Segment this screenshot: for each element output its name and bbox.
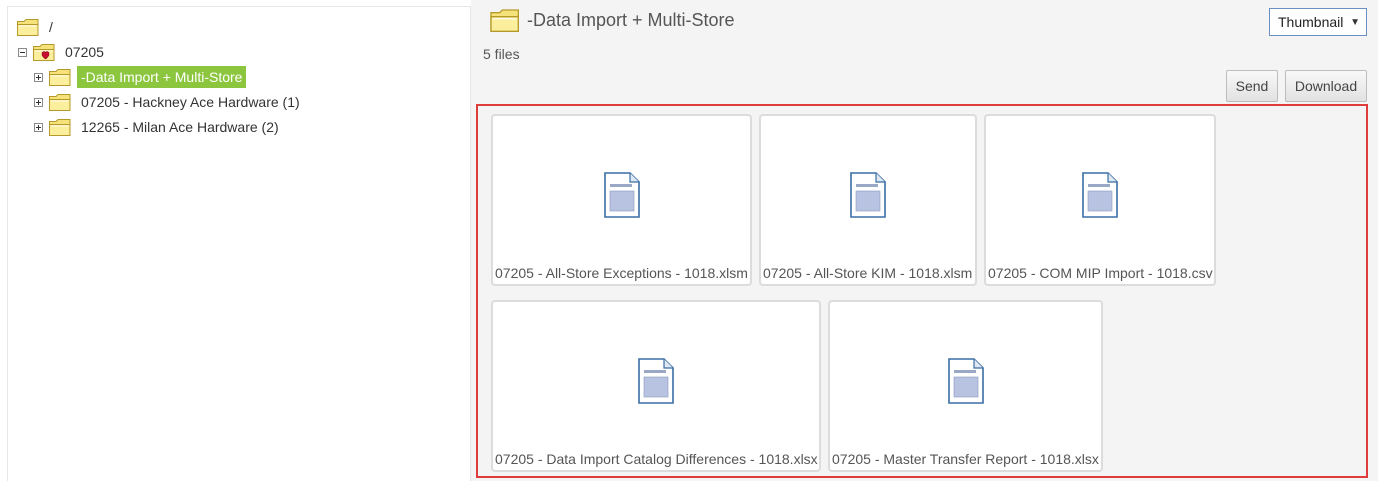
- expand-icon[interactable]: [34, 97, 43, 107]
- tree-node-store[interactable]: 07205: [18, 40, 108, 64]
- folder-icon: [489, 6, 521, 34]
- file-card[interactable]: 07205 - All-Store KIM - 1018.xlsm: [759, 114, 977, 286]
- tree-node-data-import-label[interactable]: -Data Import + Multi-Store: [77, 66, 247, 88]
- dropdown-caret-icon: ▼: [1350, 17, 1360, 28]
- tree-node-milan[interactable]: 12265 - Milan Ace Hardware (2): [34, 115, 283, 139]
- tree-node-store-label[interactable]: 07205: [61, 41, 108, 63]
- file-card[interactable]: 07205 - Master Transfer Report - 1018.xl…: [828, 300, 1103, 472]
- file-manager-window: / 07205 -Data Import + Multi-Store 07205…: [0, 0, 1378, 481]
- view-mode-select[interactable]: Thumbnail ▼: [1269, 8, 1367, 36]
- file-card[interactable]: 07205 - Data Import Catalog Differences …: [491, 300, 821, 472]
- folder-content-panel: -Data Import + Multi-Store 5 files Thumb…: [471, 0, 1378, 481]
- document-icon: [604, 172, 640, 218]
- file-name: 07205 - All-Store KIM - 1018.xlsm: [763, 265, 973, 281]
- expand-icon[interactable]: [34, 122, 43, 132]
- document-icon: [1082, 172, 1118, 218]
- document-icon: [850, 172, 886, 218]
- content-header: -Data Import + Multi-Store: [489, 6, 735, 34]
- folder-icon: [48, 92, 72, 112]
- collapse-icon[interactable]: [18, 47, 27, 57]
- tree-node-data-import[interactable]: -Data Import + Multi-Store: [34, 65, 247, 89]
- shared-folder-icon: [32, 42, 56, 62]
- file-name: 07205 - Data Import Catalog Differences …: [495, 451, 818, 467]
- send-button[interactable]: Send: [1226, 70, 1278, 102]
- view-mode-value: Thumbnail: [1278, 14, 1344, 30]
- download-button[interactable]: Download: [1285, 70, 1367, 102]
- file-name: 07205 - COM MIP Import - 1018.csv: [988, 265, 1213, 281]
- folder-title: -Data Import + Multi-Store: [527, 10, 735, 30]
- file-thumbnail-grid: 07205 - All-Store Exceptions - 1018.xlsm…: [476, 104, 1368, 478]
- tree-node-milan-label[interactable]: 12265 - Milan Ace Hardware (2): [77, 116, 283, 138]
- folder-icon: [16, 17, 40, 37]
- folder-tree: / 07205 -Data Import + Multi-Store 07205…: [7, 6, 471, 481]
- tree-node-hackney[interactable]: 07205 - Hackney Ace Hardware (1): [34, 90, 304, 114]
- file-count: 5 files: [483, 46, 520, 62]
- file-name: 07205 - All-Store Exceptions - 1018.xlsm: [495, 265, 748, 281]
- file-name: 07205 - Master Transfer Report - 1018.xl…: [832, 451, 1099, 467]
- document-icon: [638, 358, 674, 404]
- file-card[interactable]: 07205 - COM MIP Import - 1018.csv: [984, 114, 1216, 286]
- tree-node-root-label[interactable]: /: [45, 16, 57, 38]
- file-card[interactable]: 07205 - All-Store Exceptions - 1018.xlsm: [491, 114, 752, 286]
- document-icon: [948, 358, 984, 404]
- tree-node-root[interactable]: /: [16, 15, 57, 39]
- folder-icon: [48, 117, 72, 137]
- expand-icon[interactable]: [34, 72, 43, 82]
- folder-icon: [48, 67, 72, 87]
- tree-node-hackney-label[interactable]: 07205 - Hackney Ace Hardware (1): [77, 91, 304, 113]
